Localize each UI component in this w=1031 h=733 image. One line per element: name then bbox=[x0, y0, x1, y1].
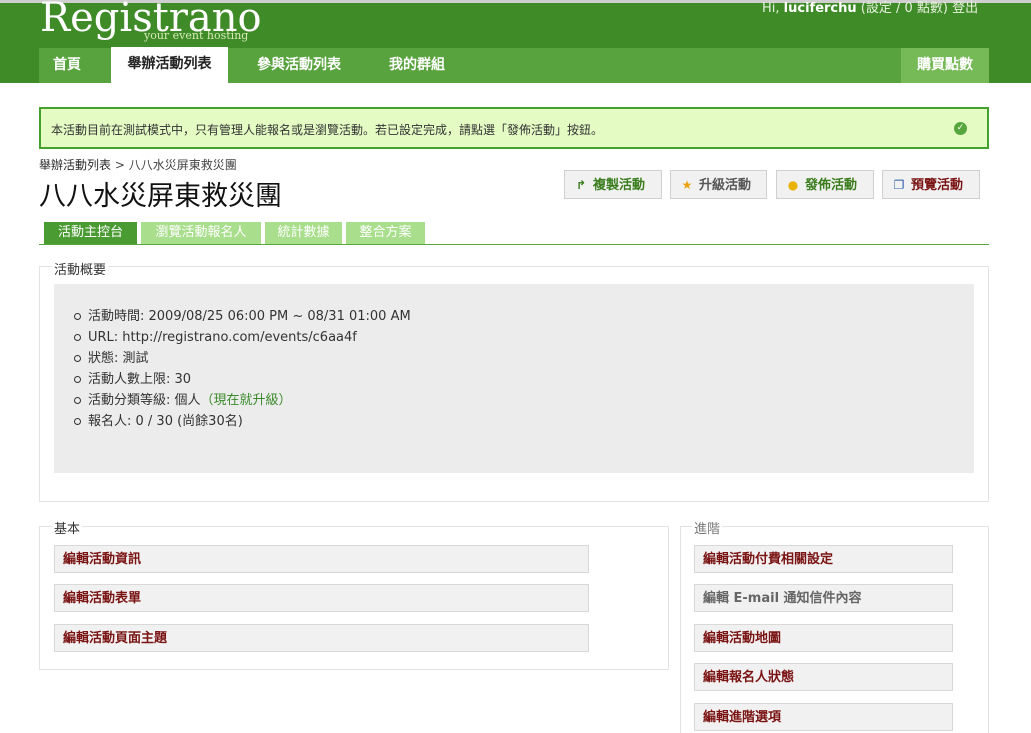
settings-points-link[interactable]: (設定 / 0 點數) bbox=[861, 1, 948, 16]
window-icon: ❐ bbox=[893, 178, 905, 192]
overview-list: 活動時間: 2009/08/25 06:00 PM ~ 08/31 01:00 … bbox=[74, 306, 411, 432]
check-icon[interactable]: ✓ bbox=[954, 122, 967, 135]
edit-email-notification-link[interactable]: 編輯 E-mail 通知信件內容 bbox=[694, 584, 953, 612]
copy-arrow-icon: ↱ bbox=[575, 178, 587, 192]
edit-event-form-link[interactable]: 編輯活動表單 bbox=[54, 584, 589, 612]
buy-points-button[interactable]: 購買點數 bbox=[901, 48, 989, 83]
publish-event-label: 發佈活動 bbox=[805, 178, 858, 193]
breadcrumb-current: 八八水災屏東救災團 bbox=[128, 158, 237, 172]
copy-event-button[interactable]: ↱ 複製活動 bbox=[564, 170, 662, 199]
event-capacity: 活動人數上限: 30 bbox=[74, 369, 411, 390]
logout-link[interactable]: 登出 bbox=[952, 1, 978, 16]
tabs-underline bbox=[39, 244, 989, 245]
user-info: Hi, luciferchu (設定 / 0 點數) 登出 bbox=[762, 0, 978, 16]
test-mode-notice: 本活動目前在測試模式中，只有管理人能報名或是瀏覽活動。若已設定完成，請點選「發佈… bbox=[39, 107, 989, 149]
edit-event-info-link[interactable]: 編輯活動資訊 bbox=[54, 545, 589, 573]
advanced-legend: 進階 bbox=[692, 518, 723, 537]
page-title: 八八水災屏東救災團 bbox=[39, 181, 282, 212]
breadcrumb-parent-link[interactable]: 舉辦活動列表 bbox=[39, 158, 111, 172]
event-url: URL: http://registrano.com/events/c6aa4f bbox=[74, 327, 411, 348]
tab-statistics[interactable]: 統計數據 bbox=[265, 222, 342, 244]
site-tagline: your event hosting bbox=[144, 29, 249, 42]
tab-integration[interactable]: 整合方案 bbox=[346, 222, 425, 244]
tab-registrants[interactable]: 瀏覽活動報名人 bbox=[141, 222, 261, 244]
event-registrants: 報名人: 0 / 30 (尚餘30名) bbox=[74, 411, 411, 432]
upgrade-event-button[interactable]: ★ 升級活動 bbox=[670, 170, 767, 199]
notice-text: 本活動目前在測試模式中，只有管理人能報名或是瀏覽活動。若已設定完成，請點選「發佈… bbox=[51, 123, 604, 137]
basic-legend: 基本 bbox=[52, 518, 83, 537]
overview-legend: 活動概要 bbox=[52, 259, 109, 278]
nav-home[interactable]: 首頁 bbox=[53, 48, 81, 83]
lightbulb-icon: ● bbox=[787, 178, 799, 192]
tab-dashboard[interactable]: 活動主控台 bbox=[44, 222, 137, 244]
site-header: Registrano your event hosting Hi, lucife… bbox=[0, 0, 1031, 83]
nav-my-groups[interactable]: 我的群組 bbox=[389, 48, 445, 83]
preview-event-button[interactable]: ❐ 預覽活動 bbox=[882, 170, 980, 199]
upgrade-now-link[interactable]: （現在就升級） bbox=[201, 393, 292, 408]
username-link[interactable]: luciferchu bbox=[784, 1, 857, 16]
preview-event-label: 預覽活動 bbox=[911, 178, 964, 193]
edit-advanced-options-link[interactable]: 編輯進階選項 bbox=[694, 703, 953, 731]
event-tier: 活動分類等級: 個人（現在就升級） bbox=[74, 390, 411, 411]
breadcrumb-separator: > bbox=[114, 158, 125, 172]
event-status: 狀態: 測試 bbox=[74, 348, 411, 369]
nav-hosted-events[interactable]: 舉辦活動列表 bbox=[111, 47, 228, 83]
overview-box: 活動時間: 2009/08/25 06:00 PM ~ 08/31 01:00 … bbox=[54, 284, 974, 473]
main-nav: 首頁 舉辦活動列表 參與活動列表 我的群組 購買點數 bbox=[39, 47, 989, 83]
edit-payment-settings-link[interactable]: 編輯活動付費相關設定 bbox=[694, 545, 953, 573]
greeting: Hi, bbox=[762, 1, 780, 16]
edit-page-theme-link[interactable]: 編輯活動頁面主題 bbox=[54, 624, 589, 652]
nav-joined-events[interactable]: 參與活動列表 bbox=[257, 48, 341, 83]
copy-event-label: 複製活動 bbox=[593, 178, 646, 193]
breadcrumb: 舉辦活動列表 > 八八水災屏東救災團 bbox=[39, 156, 237, 173]
event-time: 活動時間: 2009/08/25 06:00 PM ~ 08/31 01:00 … bbox=[74, 306, 411, 327]
upgrade-event-label: 升級活動 bbox=[699, 178, 752, 193]
edit-registrant-status-link[interactable]: 編輯報名人狀態 bbox=[694, 663, 953, 691]
edit-event-map-link[interactable]: 編輯活動地圖 bbox=[694, 624, 953, 652]
tier-text: 活動分類等級: 個人 bbox=[88, 393, 201, 408]
publish-event-button[interactable]: ● 發佈活動 bbox=[776, 170, 874, 199]
star-icon: ★ bbox=[681, 178, 693, 192]
